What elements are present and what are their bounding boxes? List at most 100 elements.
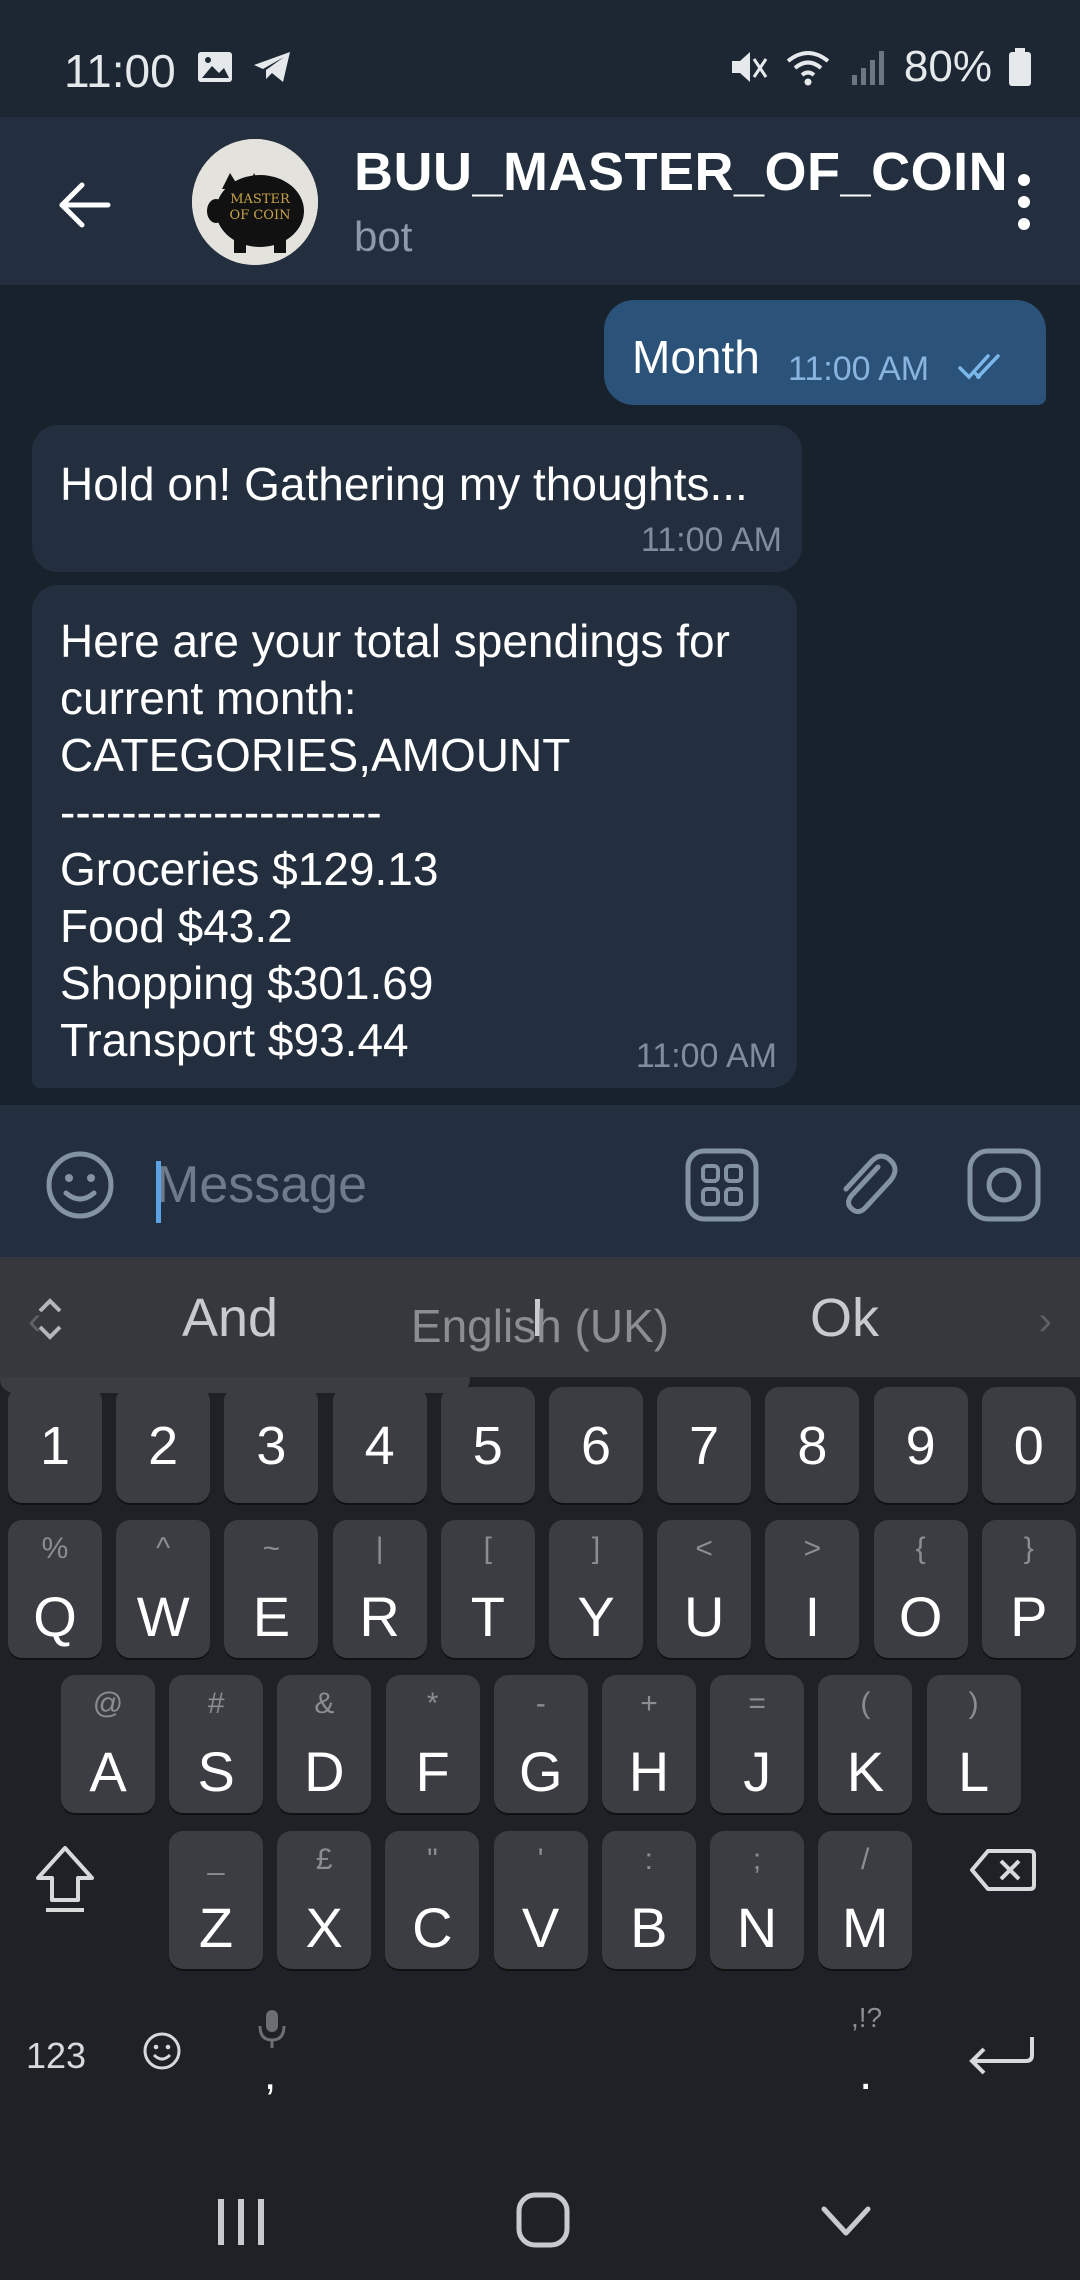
- key-letter[interactable]: | R: [332, 1520, 427, 1658]
- key-letter[interactable]: " C: [385, 1831, 480, 1969]
- space-key-label: English (UK): [410, 1300, 670, 1352]
- key-letter[interactable]: _ Z: [169, 1831, 263, 1969]
- key-number[interactable]: 6: [549, 1387, 643, 1503]
- key-secondary-label: £: [315, 1843, 333, 1876]
- chat-title[interactable]: BUU_MASTER_OF_COIN: [354, 141, 1008, 203]
- period-key[interactable]: ,!? .: [845, 2002, 895, 2112]
- key-label: R: [359, 1585, 400, 1648]
- more-options-button[interactable]: [992, 157, 1056, 247]
- key-letter[interactable]: / M: [818, 1831, 913, 1969]
- recent-apps-button[interactable]: [212, 2191, 270, 2256]
- status-system-icons: 80%: [728, 42, 1032, 92]
- nav-back-button[interactable]: [818, 2197, 874, 2250]
- key-secondary-label: ^: [156, 1532, 171, 1565]
- key-number[interactable]: 5: [440, 1387, 535, 1503]
- message-text: Hold on! Gathering my thoughts...: [60, 458, 748, 510]
- telegram-icon: [254, 52, 290, 82]
- key-letter[interactable]: * F: [385, 1675, 480, 1813]
- key-secondary-label: [: [483, 1532, 492, 1565]
- home-button[interactable]: [514, 2189, 572, 2256]
- key-secondary-label: *: [426, 1687, 439, 1720]
- shift-key[interactable]: [30, 1842, 110, 1922]
- keyboard-emoji-key[interactable]: [140, 2029, 184, 2073]
- key-letter[interactable]: ^ W: [116, 1520, 211, 1658]
- dot-icon: [1018, 196, 1030, 208]
- enter-key[interactable]: [962, 2027, 1042, 2087]
- key-number[interactable]: 8: [765, 1387, 860, 1503]
- backspace-key[interactable]: [968, 1845, 1048, 1915]
- message-line: Shopping $301.69: [60, 957, 434, 1009]
- status-notification-icons: [196, 50, 292, 84]
- double-check-icon: [958, 354, 1000, 380]
- backspace-icon: [970, 1849, 1036, 1891]
- key-secondary-label: {: [915, 1532, 926, 1565]
- key-letter[interactable]: & D: [277, 1675, 372, 1813]
- key-label: Z: [198, 1896, 234, 1959]
- status-bar: 11:00 80%: [0, 0, 1080, 117]
- key-letter[interactable]: ; N: [710, 1831, 804, 1969]
- symbols-key[interactable]: 123: [26, 2035, 86, 2077]
- key-letter[interactable]: = J: [710, 1675, 805, 1813]
- key-label: G: [519, 1740, 563, 1803]
- key-secondary-label: ]: [591, 1532, 601, 1565]
- key-label: Q: [33, 1585, 77, 1648]
- key-letter[interactable]: ) L: [926, 1675, 1021, 1813]
- bot-commands-button[interactable]: [684, 1147, 760, 1223]
- key-letter[interactable]: > I: [765, 1520, 860, 1658]
- smiley-icon: [46, 1151, 114, 1219]
- key-label: V: [521, 1896, 560, 1959]
- chevron-down-icon: [821, 2206, 871, 2236]
- key-letter[interactable]: -G: [493, 1675, 588, 1813]
- outgoing-message[interactable]: Month 11:00 AM: [604, 300, 1046, 405]
- message-list[interactable]: Month 11:00 AM Hold on! Gathering my tho…: [0, 285, 1080, 1105]
- key-number[interactable]: 3: [224, 1387, 319, 1503]
- battery-percentage: 80%: [903, 42, 992, 91]
- key-letter[interactable]: } P: [981, 1520, 1076, 1658]
- avatar-text-coin: OF COIN: [230, 208, 291, 223]
- message-text: Here are your total spendings for curren…: [60, 613, 730, 1069]
- bot-avatar[interactable]: MASTER OF COIN: [192, 139, 318, 265]
- key-letter[interactable]: (K: [818, 1675, 913, 1813]
- key-number[interactable]: 7: [657, 1387, 752, 1503]
- key-letter[interactable]: @ A: [61, 1675, 155, 1813]
- key-label: X: [305, 1896, 343, 1959]
- emoji-button[interactable]: [40, 1145, 120, 1225]
- key-letter[interactable]: ~ E: [224, 1520, 319, 1658]
- key-label: 4: [364, 1416, 395, 1476]
- key-number[interactable]: 9: [873, 1387, 968, 1503]
- key-number[interactable]: 0: [981, 1387, 1076, 1503]
- message-line: Here are your total spendings for: [60, 615, 730, 667]
- key-letter[interactable]: ' V: [493, 1831, 588, 1969]
- key-label: K: [846, 1740, 885, 1803]
- smiley-icon: [143, 2032, 181, 2070]
- key-label: 0: [1013, 1416, 1044, 1476]
- key-letter[interactable]: < U: [657, 1520, 752, 1658]
- incoming-message[interactable]: Here are your total spendings for curren…: [32, 585, 797, 1088]
- back-button[interactable]: [44, 165, 124, 245]
- attach-button[interactable]: [826, 1145, 906, 1225]
- key-letter[interactable]: [T: [440, 1520, 535, 1658]
- system-nav-bar: [0, 2165, 1080, 2280]
- message-input[interactable]: [156, 1145, 656, 1225]
- key-secondary-label: @: [92, 1687, 124, 1720]
- incoming-message[interactable]: Hold on! Gathering my thoughts... 11:00 …: [32, 425, 802, 572]
- wifi-icon: [786, 51, 830, 86]
- key-secondary-label: =: [748, 1687, 766, 1720]
- key-letter[interactable]: ] Y: [549, 1520, 643, 1658]
- key-number[interactable]: 2: [116, 1387, 211, 1503]
- key-label: Y: [577, 1585, 615, 1648]
- key-secondary-label: +: [640, 1687, 658, 1720]
- key-letter[interactable]: {O: [873, 1520, 968, 1658]
- key-secondary-label: >: [803, 1532, 822, 1565]
- key-letter[interactable]: # S: [169, 1675, 264, 1813]
- key-letter[interactable]: % Q: [8, 1520, 102, 1658]
- comma-key[interactable]: ,: [244, 2002, 300, 2112]
- camera-button[interactable]: [964, 1145, 1044, 1225]
- key-number[interactable]: 4: [332, 1387, 427, 1503]
- key-secondary-label: ~: [262, 1532, 281, 1565]
- key-letter[interactable]: £ X: [277, 1831, 372, 1969]
- key-label: 2: [148, 1416, 179, 1476]
- key-letter[interactable]: + H: [602, 1675, 696, 1813]
- key-number[interactable]: 1: [8, 1387, 102, 1503]
- key-letter[interactable]: :B: [601, 1831, 696, 1969]
